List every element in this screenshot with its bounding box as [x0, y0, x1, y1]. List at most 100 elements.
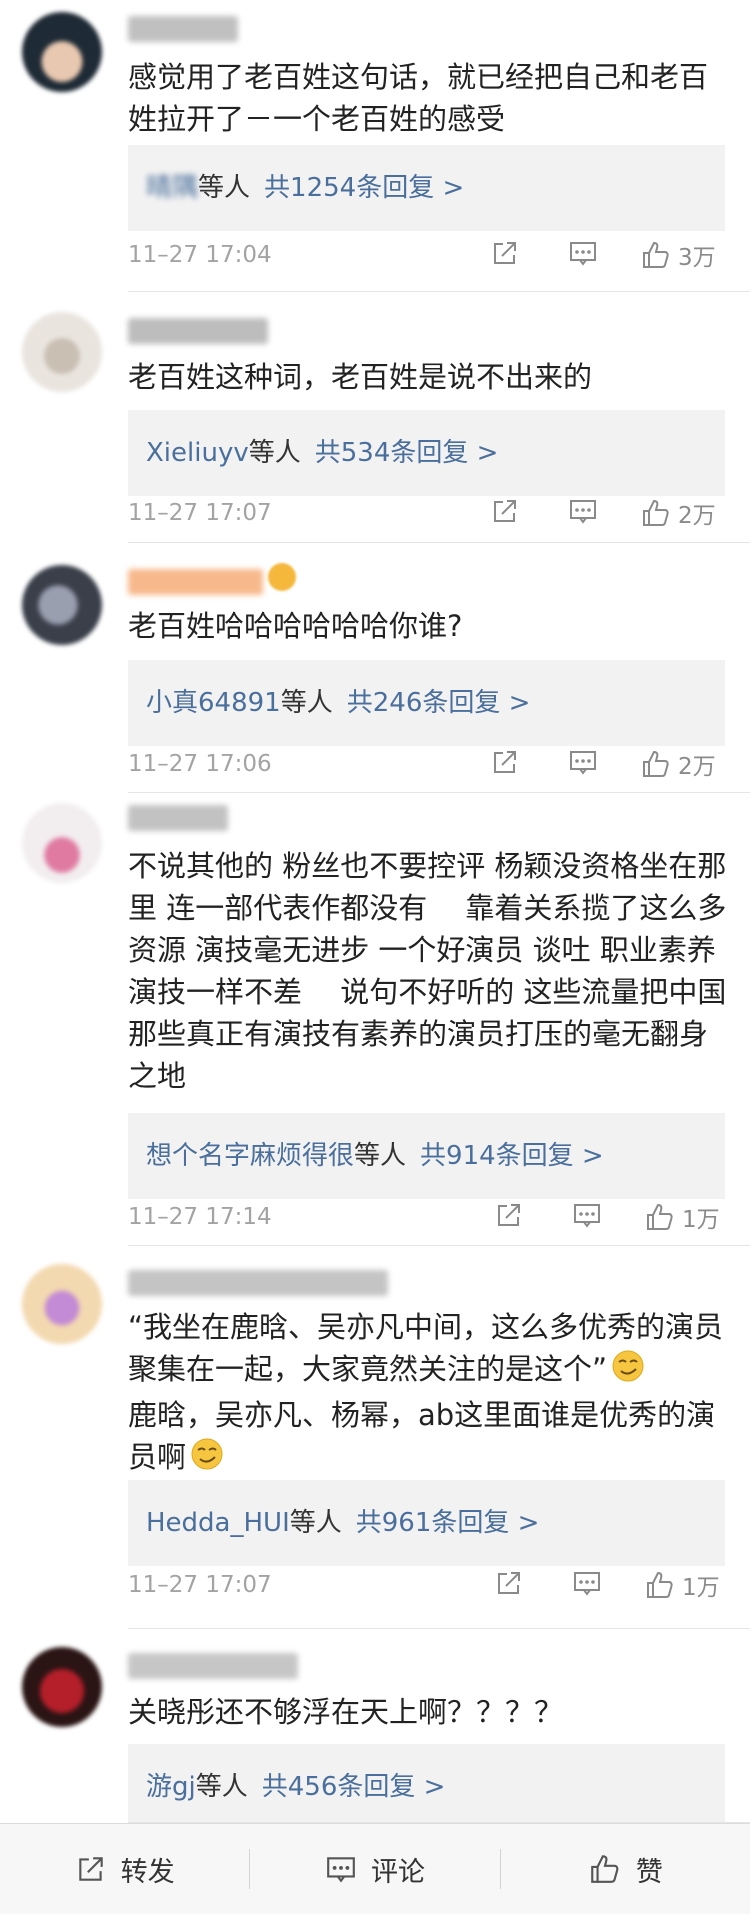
smirk-emoji-icon [190, 1437, 224, 1482]
reply-summary[interactable]: 小真64891等人 共246条回复 > [128, 660, 725, 746]
like-count: 2万 [678, 754, 716, 780]
username-blurred[interactable] [128, 569, 263, 595]
comment-bubble-icon [570, 500, 596, 524]
comment-label: 评论 [370, 1856, 425, 1888]
username-blurred[interactable] [128, 805, 228, 831]
share-arrow-icon [494, 500, 516, 522]
comment-meta: 11–27 17:04 3万 [128, 238, 750, 278]
reply-users[interactable]: 游gj [146, 1772, 196, 1802]
vip-badge-icon [268, 563, 296, 591]
comment-feed: 感觉用了老百姓这句话，就已经把自己和老百姓拉开了－一个老百姓的感受 晴隅等人 共1… [0, 0, 750, 1830]
reply-button[interactable] [568, 747, 598, 777]
thumbs-up-icon [647, 1571, 673, 1598]
share-arrow-icon [498, 1204, 520, 1226]
reply-count-link[interactable]: 共914条回复 > [420, 1141, 604, 1171]
repost-label: 转发 [120, 1856, 175, 1888]
comment-meta: 11–27 17:07 1万 [128, 1568, 750, 1608]
smirk-emoji-icon [611, 1349, 645, 1394]
comment-bubble-icon [327, 1857, 355, 1883]
avatar[interactable] [22, 1647, 102, 1727]
reply-summary[interactable]: 想个名字麻烦得很等人 共914条回复 > [128, 1113, 725, 1199]
comment-text: 不说其他的 粉丝也不要控评 杨颖没资格坐在那里 连一部代表作都没有 靠着关系揽了… [128, 849, 727, 1093]
like-button[interactable]: 1万 [644, 1200, 720, 1234]
timestamp: 11–27 17:04 [128, 242, 272, 268]
username-blurred[interactable] [128, 318, 268, 344]
username-blurred[interactable] [128, 1270, 388, 1296]
like-button[interactable]: 3万 [640, 238, 716, 272]
comment-meta: 11–27 17:07 2万 [128, 496, 750, 536]
avatar[interactable] [22, 803, 102, 883]
avatar[interactable] [22, 12, 102, 92]
reply-users-suffix: 等人 [289, 1508, 342, 1538]
share-button[interactable] [490, 496, 520, 526]
reply-count-link[interactable]: 共961条回复 > [356, 1508, 540, 1538]
reply-button[interactable] [568, 496, 598, 526]
like-count: 2万 [678, 503, 716, 529]
timestamp: 11–27 17:06 [128, 751, 272, 777]
like-button[interactable]: 1万 [644, 1568, 720, 1602]
reply-button[interactable] [572, 1200, 602, 1230]
comment-text: 老百姓这种词，老百姓是说不出来的 [128, 360, 593, 394]
reply-users[interactable]: Hedda_HUI [146, 1508, 290, 1538]
comment-bubble-icon [570, 751, 596, 775]
reply-count-link[interactable]: 共534条回复 > [315, 438, 499, 468]
reply-count-link[interactable]: 共246条回复 > [347, 688, 531, 718]
reply-count-link[interactable]: 共456条回复 > [262, 1772, 446, 1802]
reply-summary[interactable]: 游gj等人 共456条回复 > [128, 1744, 725, 1830]
repost-button[interactable]: 转发 [0, 1824, 249, 1914]
share-arrow-icon [494, 751, 516, 773]
thumbs-up-icon [643, 750, 669, 777]
thumbs-up-icon [647, 1203, 673, 1230]
reply-users-suffix: 等人 [280, 688, 333, 718]
comment-meta: 11–27 17:14 1万 [128, 1200, 750, 1240]
like-count: 3万 [678, 245, 716, 271]
reply-summary[interactable]: Xieliuyv等人 共534条回复 > [128, 410, 725, 496]
like-post-button[interactable]: 赞 [501, 1824, 750, 1914]
timestamp: 11–27 17:07 [128, 1572, 272, 1598]
like-button[interactable]: 2万 [640, 747, 716, 781]
comment-bubble-icon [574, 1572, 600, 1596]
comment-button[interactable]: 评论 [250, 1824, 499, 1914]
share-button[interactable] [494, 1200, 524, 1230]
reply-button[interactable] [568, 238, 598, 268]
like-label: 赞 [635, 1856, 663, 1888]
comment-item: 老百姓这种词，老百姓是说不出来的 Xieliuyv等人 共534条回复 > 11–… [0, 292, 750, 543]
comment-text: 老百姓哈哈哈哈哈哈你谁? [128, 609, 463, 643]
avatar[interactable] [22, 312, 102, 392]
reply-users-suffix: 等人 [248, 438, 301, 468]
comment-item: 关晓彤还不够浮在天上啊？？？？ 游gj等人 共456条回复 > [0, 1629, 750, 1830]
reply-users-suffix: 等人 [354, 1141, 407, 1171]
share-arrow-icon [78, 1857, 103, 1881]
reply-users[interactable]: 晴隅 [146, 173, 198, 203]
timestamp: 11–27 17:07 [128, 500, 272, 526]
reply-users-suffix: 等人 [195, 1772, 248, 1802]
reply-users[interactable]: 小真64891 [146, 688, 281, 718]
share-arrow-icon [498, 1572, 520, 1594]
comment-text: 感觉用了老百姓这句话，就已经把自己和老百姓拉开了－一个老百姓的感受 [128, 60, 709, 136]
reply-users[interactable]: Xieliuyv [146, 438, 249, 468]
share-arrow-icon [494, 242, 516, 264]
username-blurred[interactable] [128, 1653, 298, 1679]
timestamp: 11–27 17:14 [128, 1204, 272, 1230]
reply-summary[interactable]: 晴隅等人 共1254条回复 > [128, 145, 725, 231]
like-count: 1万 [682, 1207, 720, 1233]
reply-button[interactable] [572, 1568, 602, 1598]
bottom-action-bar: 转发 评论 赞 [0, 1823, 750, 1914]
reply-users[interactable]: 想个名字麻烦得很 [146, 1141, 354, 1171]
username-blurred[interactable] [128, 16, 238, 42]
share-button[interactable] [490, 747, 520, 777]
avatar[interactable] [22, 1264, 102, 1344]
share-button[interactable] [494, 1568, 524, 1598]
comment-text: 关晓彤还不够浮在天上啊？？？？ [128, 1695, 564, 1729]
reply-summary[interactable]: Hedda_HUI等人 共961条回复 > [128, 1480, 725, 1566]
reply-count-link[interactable]: 共1254条回复 > [264, 173, 464, 203]
comment-meta: 11–27 17:06 2万 [128, 747, 750, 787]
like-button[interactable]: 2万 [640, 496, 716, 530]
comment-item: “我坐在鹿晗、吴亦凡中间，这么多优秀的演员聚集在一起，大家竟然关注的是这个” 鹿晗… [0, 1246, 750, 1629]
comment-bubble-icon [570, 242, 596, 266]
comment-bubble-icon [574, 1204, 600, 1228]
share-button[interactable] [490, 238, 520, 268]
avatar[interactable] [22, 565, 102, 645]
thumbs-up-icon [643, 241, 669, 268]
thumbs-up-icon [591, 1855, 619, 1883]
